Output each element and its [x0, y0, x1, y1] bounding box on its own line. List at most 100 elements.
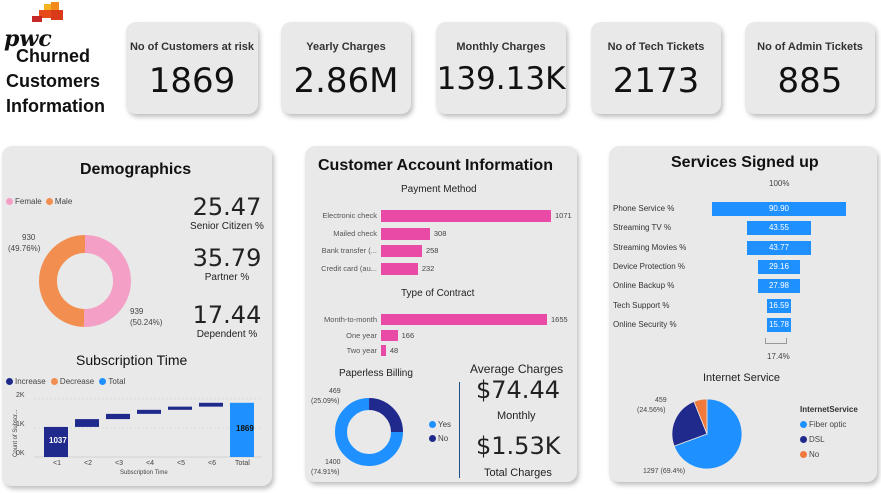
waterfall-xlabel: Subscription Time — [120, 470, 168, 476]
bar-category-label: Two year — [346, 346, 377, 355]
kpi-label: Monthly Charges — [456, 41, 546, 53]
account-title: Customer Account Information — [318, 157, 553, 174]
funnel-bar[interactable]: 16.59 — [766, 298, 792, 313]
internet-dsl-data-label: 459 (24.56%) — [637, 396, 667, 416]
bar[interactable] — [381, 210, 551, 222]
paperless-no-count: 469 — [329, 388, 341, 395]
dependent-label: Dependent % — [196, 329, 258, 340]
bar-value-label: 258 — [425, 246, 439, 255]
total-legend-dot-icon — [99, 378, 107, 386]
male-pct: (49.76%) — [8, 244, 41, 253]
funnel-category-label: Device Protection % — [613, 261, 686, 271]
paperless-yes-count: 1400 — [325, 459, 341, 466]
paperless-donut[interactable] — [333, 396, 405, 468]
female-count: 939 — [130, 307, 144, 316]
waterfall-bar — [137, 409, 161, 414]
subscription-legend: Increase Decrease Total — [6, 377, 125, 386]
paperless-yes-pct: (74.91%) — [311, 469, 340, 476]
bar[interactable] — [381, 245, 422, 257]
funnel-category-label: Streaming Movies % — [613, 242, 687, 252]
gender-donut[interactable] — [32, 228, 138, 334]
internet-fiber-data-label: 1297 (69.4%) — [643, 468, 685, 475]
page-title-line3: Information — [6, 96, 105, 116]
paperless-no-data-label: 469 (25.09%) — [311, 387, 341, 407]
kpi-label: No of Admin Tickets — [757, 41, 863, 53]
funnel-bar[interactable]: 43.77 — [746, 240, 812, 255]
waterfall-ytick-1k: 1K — [16, 421, 25, 428]
bar-category-label: Electronic check — [322, 211, 377, 220]
payment-bar-chart[interactable]: Electronic check 1071 Mailed check 308 Bank … — [305, 210, 577, 280]
internet-fiber-count: 1297 — [643, 468, 659, 475]
contract-bar-chart[interactable]: Month-to-month 1655 One year 166 Two year 48 — [305, 314, 577, 364]
legend-decrease[interactable]: Decrease — [60, 377, 94, 386]
legend-total[interactable]: Total — [108, 377, 125, 386]
account-card: Customer Account Information Payment Met… — [305, 146, 577, 482]
senior-citizen-stat: 25.47 Senior Citizen % — [186, 193, 268, 232]
legend-yes[interactable]: Yes — [438, 420, 451, 429]
bar-value-label: 232 — [421, 263, 435, 273]
waterfall-bar — [106, 413, 130, 420]
paperless-yes-data-label: 1400 (74.91%) — [311, 458, 341, 478]
senior-value: 25.47 — [192, 193, 262, 221]
gender-legend: Female Male — [6, 197, 72, 206]
female-pct: (50.24%) — [130, 318, 163, 327]
kpi-customers-at-risk[interactable]: No of Customers at risk 1869 — [126, 22, 258, 114]
kpi-yearly-charges[interactable]: Yearly Charges 2.86M — [281, 22, 411, 114]
legend-dsl[interactable]: DSL — [809, 435, 825, 444]
waterfall-chart[interactable] — [30, 391, 266, 471]
kpi-value: 2.86M — [293, 61, 399, 101]
no-internet-legend-dot-icon — [800, 451, 807, 459]
internet-dsl-pct: (24.56%) — [637, 407, 666, 414]
waterfall-xtick: Total — [235, 460, 250, 467]
avg-monthly-label: Monthly — [497, 410, 536, 422]
no-legend-dot-icon — [429, 435, 436, 443]
kpi-admin-tickets[interactable]: No of Admin Tickets 885 — [745, 22, 875, 114]
legend-increase[interactable]: Increase — [15, 377, 46, 386]
funnel-category-label: Phone Service % — [613, 204, 675, 213]
kpi-label: No of Customers at risk — [129, 41, 255, 53]
waterfall-xtick: <2 — [84, 460, 92, 467]
funnel-bar[interactable]: 29.16 — [757, 259, 801, 274]
kpi-label: No of Tech Tickets — [607, 41, 705, 53]
bar-category-label: Credit card (au... — [321, 263, 377, 273]
legend-no[interactable]: No — [438, 434, 448, 443]
waterfall-first-label: 1037 — [49, 436, 67, 445]
funnel-bar[interactable]: 15.78 — [767, 317, 791, 332]
legend-fiber[interactable]: Fiber optic — [809, 420, 846, 429]
waterfall-bar — [75, 419, 99, 427]
bar[interactable] — [381, 262, 418, 275]
bar[interactable] — [381, 227, 430, 240]
contract-title: Type of Contract — [401, 288, 475, 299]
funnel-bar[interactable]: 90.90 — [712, 202, 846, 216]
page-title-line2: Customers — [6, 71, 101, 91]
partner-value: 35.79 — [192, 244, 262, 272]
funnel-category-label: Online Security % — [613, 319, 677, 329]
average-divider — [459, 382, 460, 478]
services-funnel-chart[interactable]: Phone Service % 90.90 Streaming TV % 43.55 S… — [609, 202, 877, 342]
pwc-logo-blocks-icon — [32, 2, 63, 22]
legend-no-internet[interactable]: No — [809, 450, 819, 459]
dependent-value: 17.44 — [192, 301, 262, 329]
internet-pie[interactable] — [669, 396, 745, 472]
bar-category-label: Bank transfer (... — [321, 246, 377, 255]
bar[interactable] — [381, 329, 398, 341]
internet-fiber-pct: (69.4%) — [660, 468, 686, 475]
legend-female[interactable]: Female — [15, 197, 42, 206]
bar[interactable] — [381, 345, 386, 356]
paperless-legend: Yes No — [429, 418, 451, 446]
kpi-monthly-charges[interactable]: Monthly Charges 139.13K — [436, 22, 566, 114]
kpi-tech-tickets[interactable]: No of Tech Tickets 2173 — [591, 22, 721, 114]
waterfall-ytick-0k: 0K — [16, 450, 25, 457]
funnel-bar[interactable]: 27.98 — [758, 279, 800, 294]
legend-male[interactable]: Male — [55, 197, 72, 206]
waterfall-bar — [199, 402, 223, 407]
bar[interactable] — [381, 314, 547, 325]
funnel-bar[interactable]: 43.55 — [746, 221, 812, 236]
page-title-line1: Churned — [16, 46, 90, 66]
waterfall-bar — [168, 406, 192, 410]
kpi-label: Yearly Charges — [306, 41, 386, 53]
waterfall-xtick: <3 — [115, 460, 123, 467]
services-title: Services Signed up — [671, 154, 819, 171]
paperless-no-pct: (25.09%) — [311, 398, 340, 405]
dependent-stat: 17.44 Dependent % — [186, 301, 268, 340]
